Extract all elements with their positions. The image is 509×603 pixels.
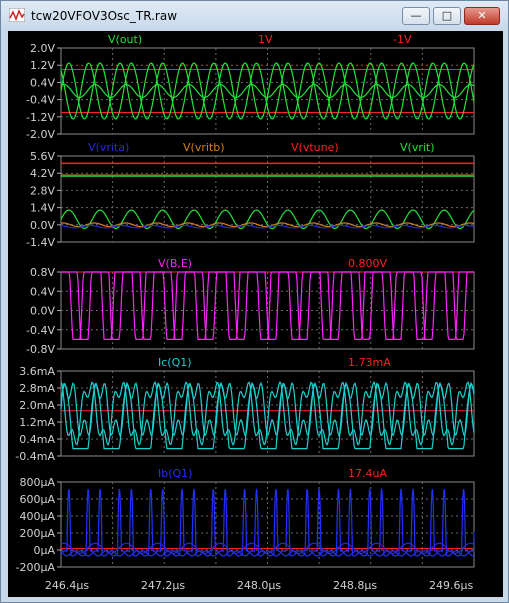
y-tick-label: 0.4V [30, 285, 55, 298]
y-tick-label: -0.4V [26, 94, 55, 107]
y-tick-label: -0.4mA [15, 450, 55, 463]
trace-label[interactable]: V(out) [108, 33, 142, 46]
maximize-button[interactable]: □ [433, 7, 461, 25]
trace-label[interactable]: 1V [258, 33, 273, 46]
y-tick-label: 1.2V [30, 59, 55, 72]
vout-trace [60, 62, 475, 120]
y-tick-label: 2.8V [30, 184, 55, 197]
y-tick-label: -200µA [16, 561, 56, 574]
y-tick-label: 5.6V [30, 150, 55, 163]
y-tick-label: -2.0V [26, 128, 55, 141]
waveform-plot[interactable]: 2.0V 1.2V 0.4V -0.4V -1.2V -2.0V V(out) 1V -1V 5.… [8, 31, 503, 597]
y-tick-label: 800µA [19, 476, 55, 489]
minimize-button[interactable]: — [402, 7, 430, 25]
pane-frame-vrit [60, 155, 475, 243]
app-window: tcw20VFOV3Osc_TR.raw — □ ✕ 2.0V 1.2V 0.4V -… [0, 0, 509, 603]
y-tick-label: -0.4V [26, 324, 55, 337]
trace-label[interactable]: 0.800V [348, 257, 387, 270]
y-tick-label: -1.2V [26, 111, 55, 124]
trace-label[interactable]: V(vrita) [88, 141, 129, 154]
y-tick-label: 200µA [19, 527, 55, 540]
y-tick-label: 0.0V [30, 305, 55, 318]
y-tick-label: 0.8V [30, 266, 55, 279]
trace-label[interactable]: Ic(Q1) [158, 356, 192, 369]
x-tick-label: 247.2µs [141, 579, 185, 592]
title-bar[interactable]: tcw20VFOV3Osc_TR.raw — □ ✕ [1, 1, 508, 31]
y-tick-label: 400µA [19, 510, 55, 523]
y-tick-label: -1.4V [26, 236, 55, 249]
trace-label[interactable]: 1.73mA [348, 356, 391, 369]
x-tick-label: 248.0µs [237, 579, 281, 592]
pane-frame-out [60, 47, 475, 135]
window-title: tcw20VFOV3Osc_TR.raw [31, 9, 178, 23]
waveform-icon [9, 8, 25, 22]
y-tick-label: -0.8V [26, 343, 55, 356]
y-tick-label: 4.2V [30, 167, 55, 180]
vout-trace [60, 62, 475, 120]
x-tick-label: 248.8µs [333, 579, 377, 592]
plot-area: 2.0V 1.2V 0.4V -0.4V -1.2V -2.0V V(out) 1V -1V 5.… [8, 31, 503, 597]
y-tick-label: 1.2mA [19, 416, 55, 429]
y-tick-label: 0µA [33, 544, 55, 557]
vrita-trace [60, 224, 475, 229]
trace-label[interactable]: V(vritb) [183, 141, 225, 154]
y-tick-label: 0.4mA [19, 433, 55, 446]
y-tick-label: 600µA [19, 493, 55, 506]
trace-label[interactable]: V(vrit) [400, 141, 435, 154]
close-button[interactable]: ✕ [464, 7, 500, 25]
trace-label[interactable]: V(B,E) [158, 257, 192, 270]
y-tick-label: 3.6mA [19, 365, 55, 378]
y-tick-label: 1.4V [30, 202, 55, 215]
trace-label[interactable]: 17.4uA [348, 467, 387, 480]
x-tick-label: 249.6µs [429, 579, 473, 592]
x-tick-label: 246.4µs [45, 579, 89, 592]
y-tick-label: 2.8mA [19, 382, 55, 395]
trace-label[interactable]: -1V [393, 33, 412, 46]
y-tick-label: 0.0V [30, 219, 55, 232]
trace-label[interactable]: Ib(Q1) [158, 467, 192, 480]
y-tick-label: 2.0mA [19, 399, 55, 412]
trace-label[interactable]: V(vtune) [291, 141, 339, 154]
y-tick-label: 0.4V [30, 76, 55, 89]
y-tick-label: 2.0V [30, 42, 55, 55]
